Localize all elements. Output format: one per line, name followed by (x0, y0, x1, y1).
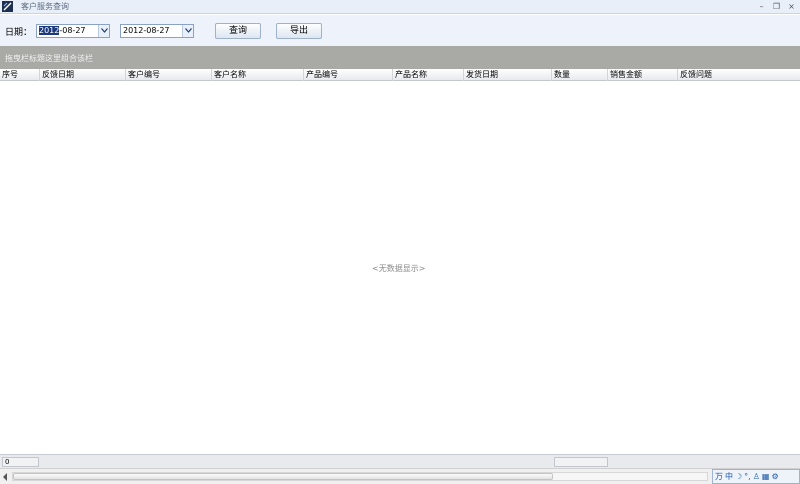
empty-state-text: <无数据显示> (372, 264, 426, 273)
horizontal-scrollbar[interactable] (0, 468, 800, 484)
scroll-track[interactable] (12, 472, 708, 481)
restore-button[interactable]: ❐ (772, 1, 781, 12)
export-button[interactable]: 导出 (276, 23, 322, 39)
end-date-dropdown-button[interactable] (182, 25, 193, 37)
window-title: 客户服务查询 (21, 2, 69, 11)
start-date-dropdown-button[interactable] (98, 25, 109, 37)
end-date-picker[interactable]: 2012-08-27 (120, 24, 194, 38)
chevron-down-icon (185, 28, 192, 33)
app-icon (2, 1, 13, 12)
chevron-left-icon (3, 473, 7, 481)
scroll-left-button[interactable] (1, 472, 10, 482)
ime-chinese-mode-icon[interactable]: 中 (725, 471, 733, 483)
column-header-product-name[interactable]: 产品名称 (393, 69, 464, 81)
chevron-down-icon (101, 28, 108, 33)
end-date-value: 2012-08-27 (123, 26, 170, 35)
group-by-panel[interactable]: 拖曳栏标题这里组合该栏 (0, 46, 800, 69)
title-bar: 客户服务查询 – ❐ × (0, 0, 800, 14)
start-date-rest: -08-27 (59, 26, 86, 35)
query-button[interactable]: 查询 (215, 23, 261, 39)
date-label: 日期： (5, 28, 33, 38)
ime-user-icon[interactable]: ♙ (753, 471, 760, 483)
ime-keyboard-icon[interactable]: ▦ (762, 471, 770, 483)
column-header-index[interactable]: 序号 (0, 69, 40, 81)
ime-logo-icon[interactable]: 万 (715, 471, 723, 483)
group-by-hint: 拖曳栏标题这里组合该栏 (5, 54, 93, 63)
column-header-sales-amount[interactable]: 销售金额 (608, 69, 678, 81)
grid-header: 序号 反馈日期 客户编号 客户名称 产品编号 产品名称 发货日期 数量 销售金额… (0, 69, 800, 81)
column-header-ship-date[interactable]: 发货日期 (464, 69, 552, 81)
column-header-quantity[interactable]: 数量 (552, 69, 608, 81)
scroll-thumb[interactable] (13, 473, 553, 480)
toolbar: 日期： 2012-08-27 2012-08-27 查询 导出 (0, 15, 800, 46)
window-controls: – ❐ × (757, 1, 796, 12)
ime-settings-icon[interactable]: ⚙ (771, 471, 778, 483)
ime-punctuation-icon[interactable]: °, (744, 471, 751, 483)
quantity-summary-cell (554, 457, 608, 467)
column-header-customer-id[interactable]: 客户编号 (126, 69, 212, 81)
close-button[interactable]: × (787, 1, 796, 12)
record-count: 0 (2, 457, 39, 467)
column-header-feedback-date[interactable]: 反馈日期 (40, 69, 126, 81)
start-date-picker[interactable]: 2012-08-27 (36, 24, 110, 38)
start-date-year-selected: 2012 (39, 26, 60, 35)
grid-body[interactable]: <无数据显示> (0, 82, 800, 454)
minimize-button[interactable]: – (757, 1, 766, 12)
ime-toolbar: 万 中 ☽ °, ♙ ▦ ⚙ (712, 469, 800, 484)
grid-footer: 0 (0, 454, 800, 468)
column-header-customer-name[interactable]: 客户名称 (212, 69, 304, 81)
ime-half-width-icon[interactable]: ☽ (735, 471, 742, 483)
column-header-product-id[interactable]: 产品编号 (304, 69, 393, 81)
column-header-feedback-issue[interactable]: 反馈问题 (678, 69, 800, 81)
